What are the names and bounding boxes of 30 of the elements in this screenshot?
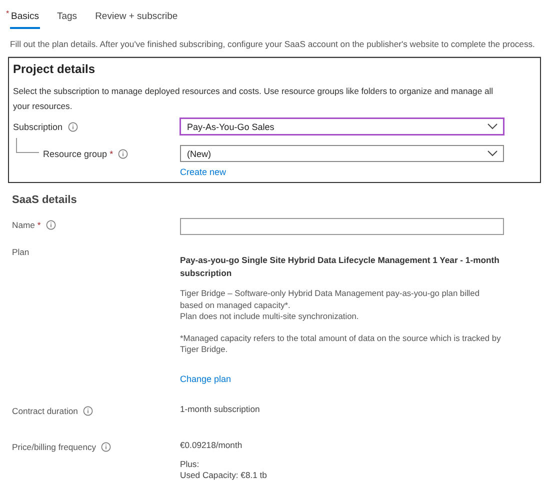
field-label: Contract duration	[12, 406, 78, 416]
info-icon[interactable]	[101, 442, 112, 452]
section-title: Project details	[13, 61, 96, 76]
section-title: SaaS details	[12, 193, 78, 206]
dropdown[interactable]: (New)	[180, 145, 504, 162]
tab[interactable]: Review + subscribe	[94, 9, 179, 29]
field-label: Resource group *	[43, 149, 114, 159]
field-value: 1-month subscription	[180, 404, 261, 415]
intro-text: Fill out the plan details. After you've finished subscribing, configure your SaaS account on the publisher's website to complete the process.	[9, 38, 536, 49]
field-value: Plus: Used Capacity: €8.1 tb	[180, 458, 268, 482]
info-icon[interactable]	[118, 149, 128, 159]
field-value: €0.09218/month	[180, 440, 244, 452]
section-description: Select the subscription to manage deployed resources and costs. Use resource groups like folders to organize and manage all your resources.	[13, 85, 494, 113]
create-new-link[interactable]: Create new	[180, 167, 226, 177]
field-label: Name *	[12, 220, 41, 230]
change-plan-link[interactable]: Change plan	[180, 374, 232, 384]
field-label: Plan	[12, 247, 30, 257]
info-icon[interactable]	[46, 220, 56, 230]
info-icon[interactable]	[68, 122, 78, 132]
tab[interactable]: Tags	[56, 9, 78, 29]
plan-title: Pay-as-you-go Single Site Hybrid Data Lifecycle Management 1 Year - 1-month subscription	[180, 254, 500, 280]
field-label: Price/billing frequency	[12, 442, 96, 452]
info-icon[interactable]	[82, 406, 93, 416]
chevron-down-icon	[487, 150, 498, 157]
name-field[interactable]	[180, 218, 504, 235]
chevron-down-icon	[487, 123, 498, 130]
plan-description: Tiger Bridge – Software-only Hybrid Data Management pay-as-you-go plan billed based on managed capacity*. Plan does not include multi-site synchronization.	[180, 288, 480, 322]
plan-description: *Managed capacity refers to the total amount of data on the source which is tracked by Tiger Bridge.	[180, 332, 502, 356]
field-label: Subscription	[13, 122, 63, 132]
dropdown[interactable]: Pay-As-You-Go Sales	[180, 118, 504, 135]
